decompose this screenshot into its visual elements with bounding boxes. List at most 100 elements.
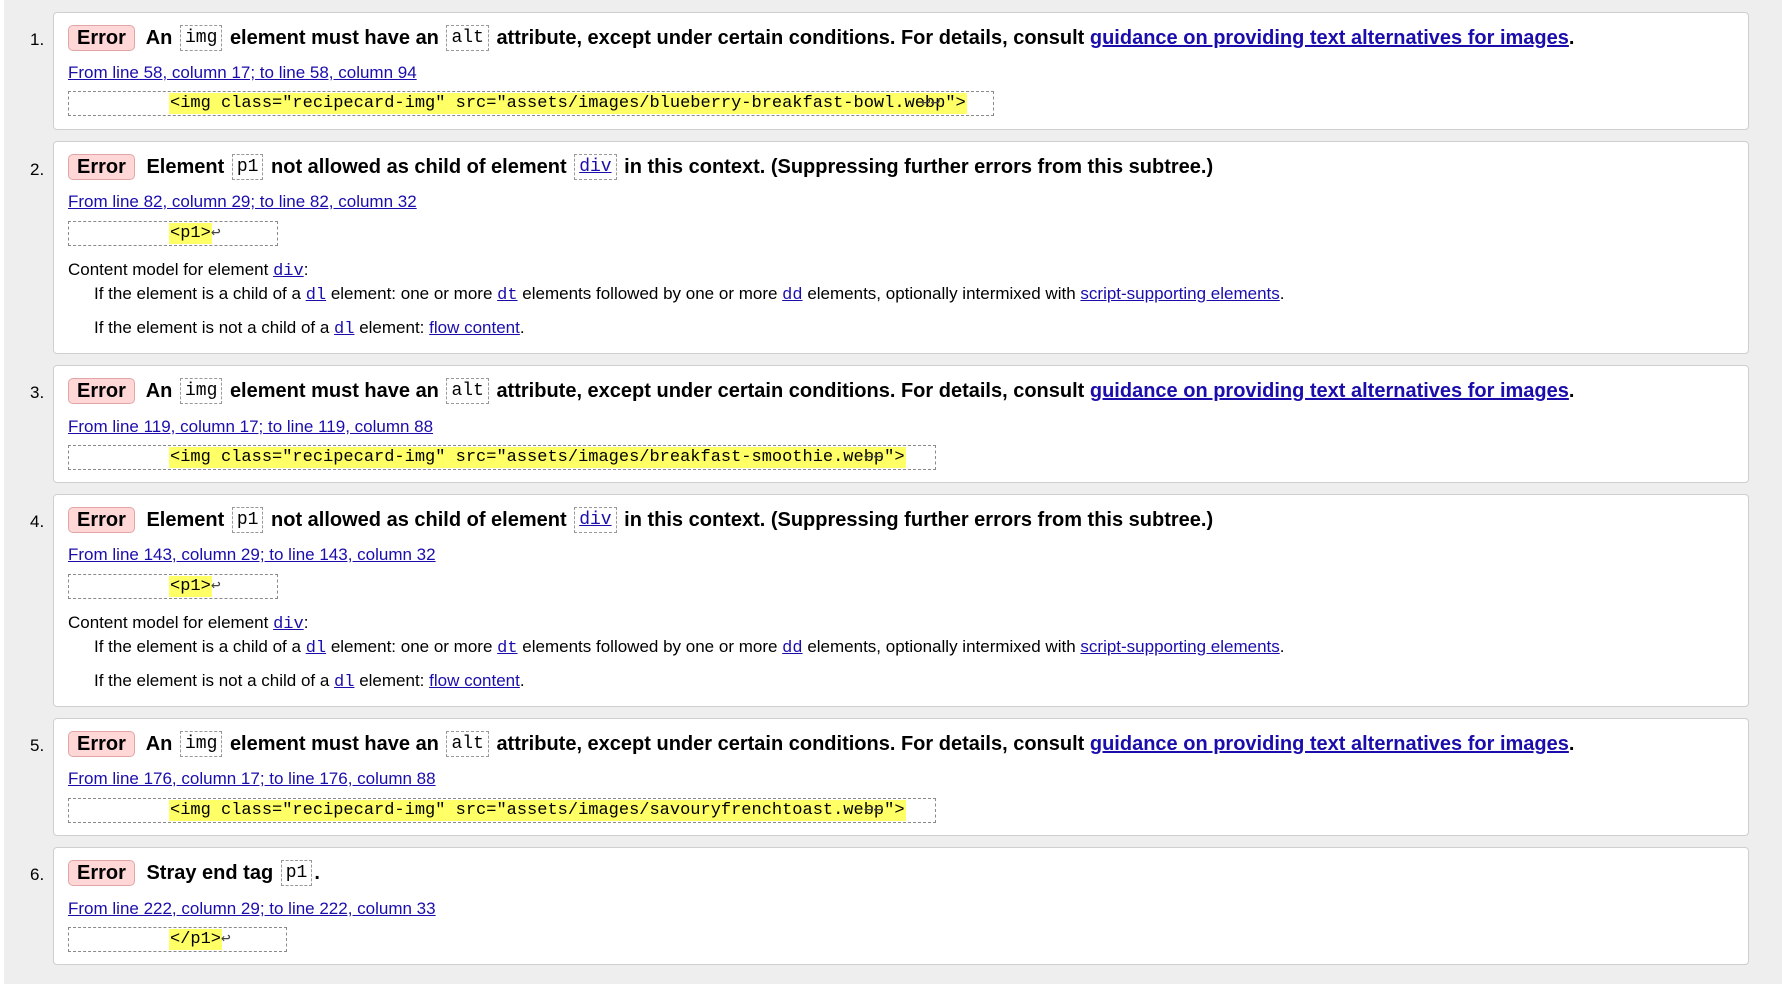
source-extract: <p1> ↩ (68, 221, 278, 246)
error-item: Error Stray end tag p1. From line 222, c… (53, 847, 1749, 965)
message-text: not allowed as child of element (271, 156, 567, 178)
element-link[interactable]: dl (306, 639, 326, 658)
message-text: attribute, except under certain conditio… (496, 733, 1085, 755)
flow-content-link[interactable]: flow content (429, 671, 520, 690)
code-token: img (179, 378, 223, 404)
message-text: in this context. (Suppressing further er… (624, 509, 1214, 531)
message-text: An (145, 27, 173, 49)
guidance-link[interactable]: guidance on providing text alternatives … (1090, 733, 1569, 755)
content-model-text: If the element is not a child of a (94, 318, 330, 337)
message-text: element must have an (229, 380, 439, 402)
element-link[interactable]: dt (497, 639, 517, 658)
error-item: Error Element p1 not allowed as child of… (53, 494, 1749, 707)
content-model-text: elements followed by one or more (522, 637, 778, 656)
error-number: 1. (30, 30, 45, 49)
element-link[interactable]: dl (306, 286, 326, 305)
error-badge: Error (68, 860, 135, 886)
message-text: . (1568, 380, 1575, 402)
highlighted-source: <p1> (169, 576, 212, 597)
content-model-text: If the element is not a child of a (94, 671, 330, 690)
element-link[interactable]: dl (334, 320, 354, 339)
line-break-icon: ↩↩ (921, 94, 941, 112)
code-token: alt (446, 25, 489, 51)
error-number: 5. (30, 736, 45, 755)
message-text: element must have an (229, 733, 439, 755)
element-link[interactable]: dd (782, 639, 802, 658)
error-item: Error Element p1 not allowed as child of… (53, 141, 1749, 354)
source-extract: <p1> ↩ (68, 574, 278, 599)
line-break-icon: ↩ (211, 224, 221, 242)
error-number: 4. (30, 512, 45, 531)
error-badge: Error (68, 378, 135, 404)
location-link[interactable]: From line 176, column 17; to line 176, c… (68, 769, 436, 789)
code-token: alt (446, 731, 489, 757)
content-model-text: elements, optionally intermixed with (807, 637, 1076, 656)
message-text: . (1568, 27, 1575, 49)
location-link[interactable]: From line 222, column 29; to line 222, c… (68, 899, 436, 919)
content-model-line: If the element is a child of a dl elemen… (94, 284, 1285, 305)
content-model-text: If the element is a child of a (94, 637, 301, 656)
error-message: Error An img element must have an alt at… (68, 25, 1574, 51)
flow-content-link[interactable]: flow content (429, 318, 520, 337)
code-token: alt (446, 378, 489, 404)
highlighted-source: <img class="recipecard-img" src="assets/… (169, 800, 906, 821)
guidance-link[interactable]: guidance on providing text alternatives … (1090, 27, 1569, 49)
error-badge: Error (68, 25, 135, 51)
line-break-icon: ↩↩ (864, 801, 884, 819)
content-model-text: elements, optionally intermixed with (807, 284, 1076, 303)
code-token: p1 (231, 507, 264, 533)
element-link[interactable]: div (273, 615, 304, 634)
code-token: img (179, 731, 223, 757)
message-text: . (314, 862, 320, 884)
content-model-text: elements followed by one or more (522, 284, 778, 303)
script-supporting-link[interactable]: script-supporting elements (1080, 284, 1279, 303)
error-message: Error Element p1 not allowed as child of… (68, 507, 1213, 533)
content-model-text: element: one or more (330, 284, 493, 303)
script-supporting-link[interactable]: script-supporting elements (1080, 637, 1279, 656)
location-link[interactable]: From line 58, column 17; to line 58, col… (68, 63, 417, 83)
element-link[interactable]: dd (782, 286, 802, 305)
error-number: 2. (30, 160, 45, 179)
element-link[interactable]: div (273, 262, 304, 281)
message-text: attribute, except under certain conditio… (496, 380, 1085, 402)
element-link[interactable]: dl (334, 673, 354, 692)
highlighted-source: <img class="recipecard-img" src="assets/… (169, 447, 906, 468)
content-model-text: element: one or more (330, 637, 493, 656)
highlighted-source: </p1> (169, 929, 223, 950)
content-model-line: If the element is not a child of a dl el… (94, 318, 525, 339)
content-model-label: Content model for element (68, 260, 269, 279)
error-item: Error An img element must have an alt at… (53, 718, 1749, 836)
error-message: Error Element p1 not allowed as child of… (68, 154, 1213, 180)
content-model-text: If the element is a child of a (94, 284, 301, 303)
message-text: attribute, except under certain conditio… (496, 27, 1085, 49)
highlighted-source: <p1> (169, 223, 212, 244)
error-item: Error An img element must have an alt at… (53, 365, 1749, 483)
content-model-heading: Content model for element div: (68, 260, 309, 281)
content-model-label: Content model for element (68, 613, 269, 632)
location-link[interactable]: From line 143, column 29; to line 143, c… (68, 545, 436, 565)
message-text: Element (146, 156, 225, 178)
line-break-icon: ↩ (221, 930, 231, 948)
element-link[interactable]: div (574, 154, 617, 180)
content-model-text: element: (359, 671, 425, 690)
location-link[interactable]: From line 82, column 29; to line 82, col… (68, 192, 417, 212)
highlighted-source: <img class="recipecard-img" src="assets/… (169, 93, 967, 114)
content-model-heading: Content model for element div: (68, 613, 309, 634)
message-text: . (1568, 733, 1575, 755)
location-link[interactable]: From line 119, column 17; to line 119, c… (68, 417, 433, 437)
message-text: not allowed as child of element (271, 509, 567, 531)
source-extract: <img class="recipecard-img" src="assets/… (68, 445, 936, 470)
content-model-text: element: (359, 318, 425, 337)
message-text: Element (146, 509, 225, 531)
error-badge: Error (68, 507, 135, 533)
code-token: img (179, 25, 223, 51)
element-link[interactable]: dt (497, 286, 517, 305)
error-message: Error An img element must have an alt at… (68, 378, 1574, 404)
source-extract: <img class="recipecard-img" src="assets/… (68, 798, 936, 823)
element-link[interactable]: div (574, 507, 617, 533)
message-text: in this context. (Suppressing further er… (624, 156, 1214, 178)
guidance-link[interactable]: guidance on providing text alternatives … (1090, 380, 1569, 402)
message-text: element must have an (229, 27, 439, 49)
message-text: An (145, 733, 173, 755)
line-break-icon: ↩↩ (864, 448, 884, 466)
